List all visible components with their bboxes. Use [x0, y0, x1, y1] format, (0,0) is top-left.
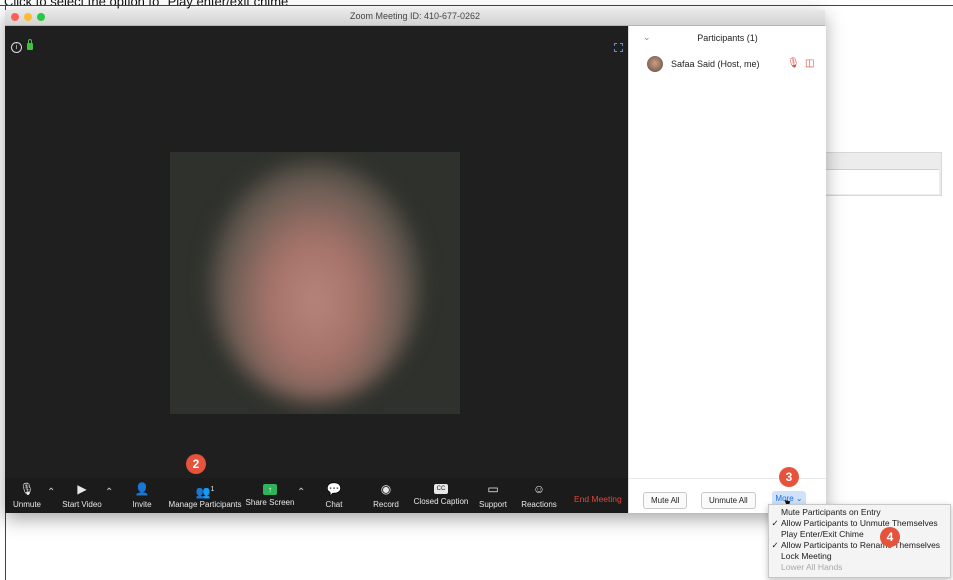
title-bar: Zoom Meeting ID: 410-677-0262	[5, 10, 825, 26]
video-off-icon[interactable]: ◫	[805, 58, 814, 69]
manage-participants-button[interactable]: 👥1 Manage Participants	[165, 478, 245, 513]
video-off-icon: ▶	[77, 482, 87, 496]
muted-microphone-icon[interactable]: 🎙	[787, 58, 800, 69]
share-screen-icon: ↑	[263, 484, 277, 495]
checkmark-icon: ✓	[771, 518, 779, 528]
closed-caption-button[interactable]: CC Closed Caption	[413, 478, 469, 513]
menu-item-label: Lock Meeting	[781, 551, 832, 561]
checkmark-icon: ✓	[771, 540, 779, 550]
share-options-caret-icon[interactable]: ⌃	[297, 487, 305, 498]
menu-item-mute-on-entry[interactable]: Mute Participants on Entry	[769, 507, 881, 518]
audio-options-caret-icon[interactable]: ⌃	[47, 487, 55, 498]
participants-panel: ⌄ Participants (1) Safaa Said (Host, me)…	[628, 26, 826, 513]
invite-label: Invite	[132, 500, 152, 509]
info-icon[interactable]: i	[11, 42, 22, 53]
support-button[interactable]: ▭ Support	[475, 478, 511, 513]
end-meeting-button[interactable]: End Meeting	[574, 494, 622, 504]
window-title: Zoom Meeting ID: 410-677-0262	[349, 11, 481, 21]
participant-row[interactable]: Safaa Said (Host, me) 🎙 ◫	[647, 56, 822, 74]
background-window	[824, 152, 942, 196]
frame-top-border	[0, 5, 953, 6]
menu-item-label: Play Enter/Exit Chime	[781, 529, 864, 539]
support-icon: ▭	[487, 482, 499, 496]
participants-icon: 👥1	[195, 485, 215, 499]
reactions-label: Reactions	[521, 500, 557, 509]
add-person-icon: 👤	[134, 482, 150, 496]
start-video-button[interactable]: ▶ Start Video	[59, 478, 105, 513]
menu-item-play-chime[interactable]: Play Enter/Exit Chime	[769, 529, 864, 540]
blurred-face	[210, 162, 420, 402]
record-button[interactable]: ◉ Record	[369, 478, 403, 513]
step-badge-4: 4	[880, 527, 900, 547]
share-screen-label: Share Screen	[245, 498, 295, 507]
menu-item-label: Allow Participants to Rename Themselves	[781, 540, 941, 550]
muted-microphone-icon: 🎙	[19, 482, 35, 496]
unmute-all-button[interactable]: Unmute All	[701, 492, 756, 509]
menu-item-label: Lower All Hands	[781, 562, 843, 572]
menu-item-label: Mute Participants on Entry	[781, 507, 881, 517]
participants-title: Participants (1)	[697, 33, 758, 43]
unmute-label: Unmute	[12, 500, 41, 509]
manage-participants-label: Manage Participants	[168, 500, 242, 509]
chat-label: Chat	[325, 500, 343, 509]
share-screen-button[interactable]: ↑ Share Screen	[245, 478, 295, 513]
menu-item-lower-hands: Lower All Hands	[769, 562, 842, 573]
reactions-button[interactable]: ☺ Reactions	[519, 478, 559, 513]
closed-caption-label: Closed Caption	[413, 497, 469, 506]
chat-button[interactable]: 💬 Chat	[321, 478, 347, 513]
chat-icon: 💬	[326, 482, 342, 496]
menu-item-label: Allow Participants to Unmute Themselves	[781, 518, 938, 528]
mute-all-button[interactable]: Mute All	[643, 492, 688, 509]
unmute-button[interactable]: 🎙 Unmute	[9, 478, 45, 513]
menu-item-allow-unmute[interactable]: ✓ Allow Participants to Unmute Themselves	[769, 518, 938, 529]
closed-caption-icon: CC	[434, 484, 448, 494]
participant-count: 1	[210, 486, 215, 493]
record-icon: ◉	[380, 482, 392, 496]
video-options-caret-icon[interactable]: ⌃	[105, 487, 113, 498]
background-field	[825, 169, 939, 194]
video-area: i	[5, 26, 628, 488]
lock-icon[interactable]	[27, 39, 33, 50]
step-badge-3: 3	[779, 467, 799, 487]
step-badge-2: 2	[186, 454, 206, 474]
start-video-label: Start Video	[62, 500, 102, 509]
invite-button[interactable]: 👤 Invite	[127, 478, 157, 513]
more-options-menu: Mute Participants on Entry ✓ Allow Partic…	[768, 504, 951, 578]
record-label: Record	[373, 500, 399, 509]
avatar	[647, 56, 663, 72]
meeting-toolbar: 🎙 Unmute ⌃ ▶ Start Video ⌃ 👤 Invite 👥1 M…	[5, 478, 628, 513]
participant-video	[170, 152, 460, 414]
menu-item-lock-meeting[interactable]: Lock Meeting	[769, 551, 832, 562]
emoji-icon: ☺	[532, 482, 546, 496]
support-label: Support	[478, 500, 508, 509]
menu-item-allow-rename[interactable]: ✓ Allow Participants to Rename Themselves	[769, 540, 940, 551]
participant-name: Safaa Said (Host, me)	[671, 59, 760, 69]
zoom-window: Zoom Meeting ID: 410-677-0262 i 🎙 Unmute…	[5, 10, 826, 513]
fullscreen-icon[interactable]	[614, 43, 623, 52]
